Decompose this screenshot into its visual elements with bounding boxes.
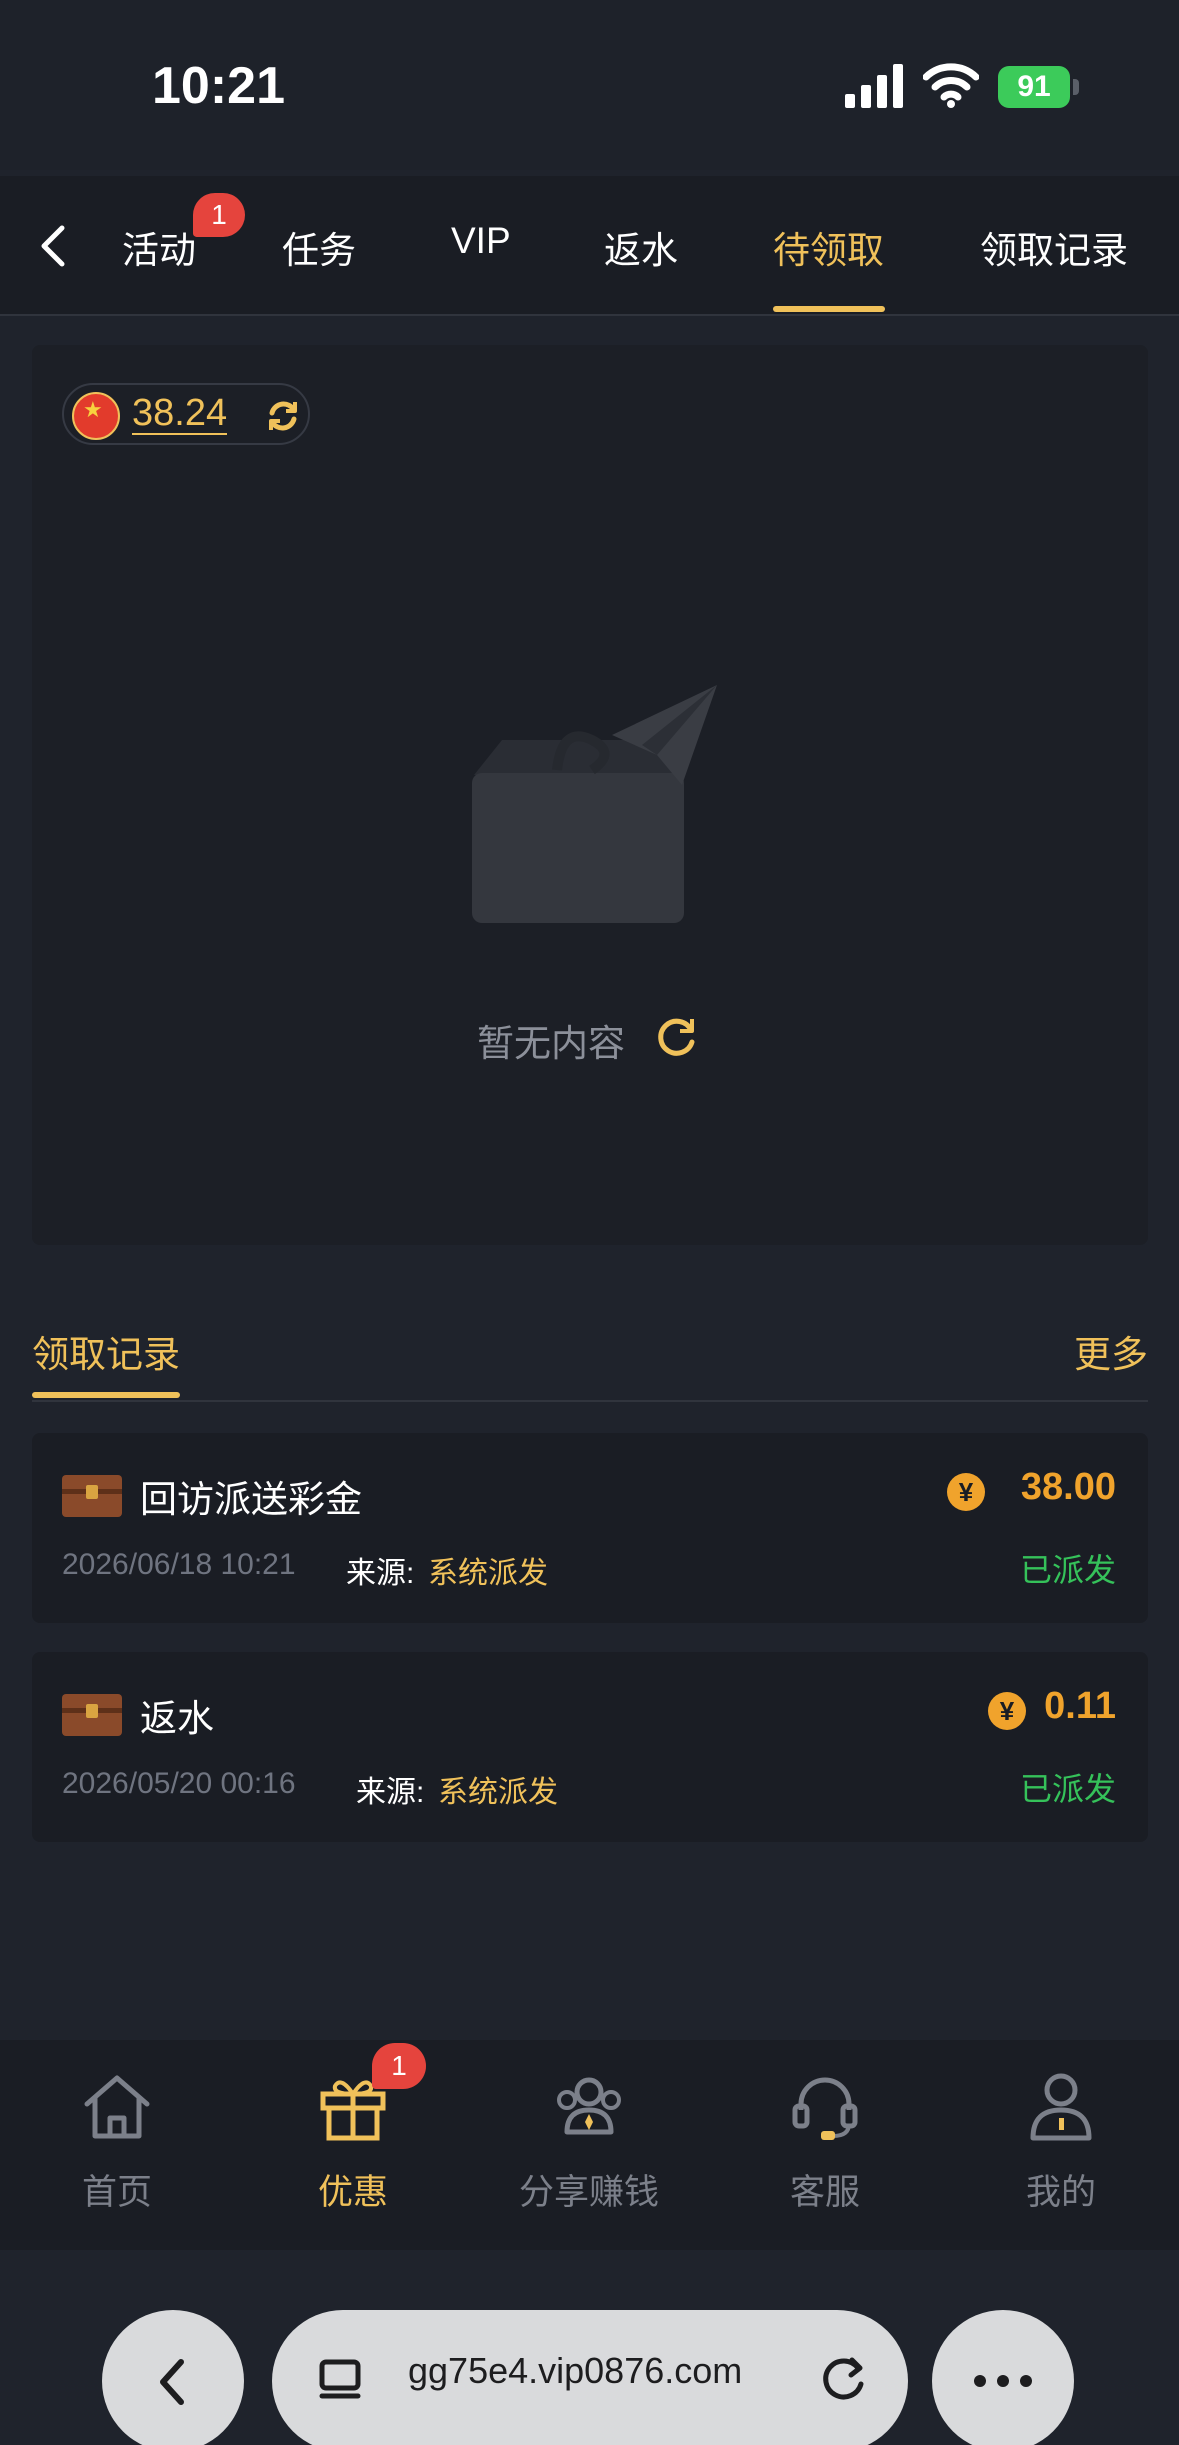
browser-toolbar: gg75e4.vip0876.com [0,2250,1179,2445]
treasure-chest-icon [62,1694,122,1736]
reload-icon[interactable] [816,2354,870,2408]
battery-indicator: 91 [998,66,1080,108]
top-tab-bar: 活动 1 任务 VIP 返水 待领取 领取记录 [0,176,1179,316]
record-name: 回访派送彩金 [140,1479,362,1520]
nav-home[interactable]: 首页 [27,2066,207,2226]
balance-pill: ★ 38.24 [62,383,310,445]
tab-claim-history[interactable]: 领取记录 [980,220,1128,274]
battery-level: 91 [998,66,1070,108]
browser-more-button[interactable] [932,2310,1074,2445]
tab-activity[interactable]: 活动 [122,220,196,274]
record-card[interactable]: 回访派送彩金 2026/06/18 10:21 来源: 系统派发 ¥ 38.00… [32,1433,1148,1623]
chevron-left-icon [160,2359,184,2405]
empty-refresh-icon[interactable] [652,1013,700,1061]
empty-box-illustration [472,685,717,923]
record-date: 2026/05/20 00:16 [62,1767,296,1800]
balance-value: 38.24 [132,392,228,435]
home-icon [84,2075,150,2139]
records-header: 领取记录 更多 [32,1300,1148,1402]
nav-profile[interactable]: 我的 [971,2066,1151,2226]
tab-rebate[interactable]: 返水 [604,220,678,274]
nav-promotions[interactable]: 优惠 [263,2066,443,2226]
share-people-icon [557,2077,621,2135]
bottom-nav: 首页 优惠 分享赚钱 客服 我的 [0,2040,1179,2250]
nav-support[interactable]: 客服 [735,2066,915,2226]
url-text: gg75e4.vip0876.com [408,2350,743,2391]
tab-vip[interactable]: VIP [451,220,511,262]
record-card[interactable]: 返水 2026/05/20 00:16 来源: 系统派发 ¥ 0.11 已派发 [32,1652,1148,1842]
status-time: 10:21 [152,57,285,115]
tab-activity-badge: 1 [193,193,245,237]
record-amount: 0.11 [1044,1685,1116,1727]
address-bar[interactable]: gg75e4.vip0876.com [272,2310,908,2445]
nav-share-earn[interactable]: 分享赚钱 [499,2066,679,2226]
china-flag-icon: ★ [72,392,120,440]
headset-icon [792,2077,858,2140]
cellular-signal-icon [845,64,903,108]
record-source-label: 来源: [356,1776,425,1809]
record-source-value: 系统派发 [428,1557,548,1590]
browser-back-button[interactable] [102,2310,244,2445]
refresh-balance-icon[interactable] [264,397,302,435]
record-source-value: 系统派发 [438,1776,558,1809]
promo-badge: 1 [372,2043,426,2089]
record-source-label: 来源: [346,1557,415,1590]
tab-tasks[interactable]: 任务 [282,220,356,274]
active-tab-indicator [773,306,885,312]
nav-label: 优惠 [317,2173,388,2212]
empty-state-text: 暂无内容 [477,1023,625,1064]
status-bar: 10:21 91 [0,0,1179,170]
nav-label: 首页 [81,2173,152,2212]
records-title-underline [32,1392,180,1398]
yen-coin-icon: ¥ [947,1473,985,1511]
tabs-icon[interactable] [316,2356,366,2406]
yen-coin-icon: ¥ [988,1692,1026,1730]
record-status: 已派发 [1019,1771,1116,1807]
nav-label: 客服 [789,2173,860,2212]
more-link[interactable]: 更多 [1074,1324,1148,1378]
record-status: 已派发 [1019,1552,1116,1588]
record-date: 2026/06/18 10:21 [62,1548,296,1581]
records-title[interactable]: 领取记录 [32,1324,180,1378]
treasure-chest-icon [62,1475,122,1517]
battery-tip [1073,79,1079,95]
wifi-icon [923,63,979,108]
user-icon [1030,2073,1092,2141]
back-arrow-icon[interactable] [28,216,78,276]
record-name: 返水 [140,1698,214,1739]
pending-panel: ★ 38.24 暂无内容 [32,345,1148,1245]
more-dots-icon [974,2375,1032,2387]
tab-pending[interactable]: 待领取 [773,220,884,274]
nav-label: 分享赚钱 [518,2173,659,2212]
nav-label: 我的 [1025,2173,1096,2212]
record-amount: 38.00 [1020,1466,1116,1508]
